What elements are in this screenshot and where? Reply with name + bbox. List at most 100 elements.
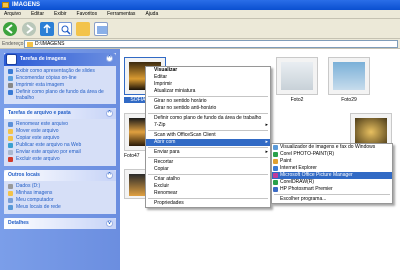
image-tasks-panel: Tarefas de imagens ^ Exibir como apresen… [4,53,116,104]
thumbnail-label[interactable]: Foto29 [328,97,370,103]
search-icon[interactable] [58,22,72,36]
menu-editar[interactable]: Editar [146,74,270,81]
open-with-coreldraw[interactable]: CorelDRAW(R) [272,179,392,186]
thumbnail-image [281,62,313,90]
computer-icon [8,198,13,203]
details-panel: Detalhes v [4,218,116,229]
menu-separator [148,174,268,175]
my-pictures-link[interactable]: Minhas imagens [8,190,112,197]
drive-icon [8,184,13,189]
menu-definir-plano-fundo[interactable]: Definir como plano de fundo da área de t… [146,115,270,122]
menu-scan-officescan[interactable]: Scan with OfficeScan Client [146,132,270,139]
print-image-link[interactable]: Imprimir esta imagem [8,82,112,89]
corel-photopaint-icon [273,152,278,157]
title-bar: IMAGENS [0,0,400,10]
internet-explorer-icon [273,166,278,171]
move-icon [8,129,13,134]
menu-separator [274,194,390,195]
menu-enviar-para[interactable]: Enviar para ▸ [146,149,270,156]
folder-icon [8,191,13,196]
toolbar [0,19,400,39]
my-computer-link[interactable]: Meu computador [8,197,112,204]
address-label: Endereço [2,41,24,47]
open-with-corel-photopaint[interactable]: Corel PHOTO-PAINT(R) [272,151,392,158]
picture-manager-icon [273,173,278,178]
menu-arquivo[interactable]: Arquivo [4,10,21,18]
menu-renomear[interactable]: Renomear [146,190,270,197]
slideshow-link[interactable]: Exibir como apresentação de slides [8,68,112,75]
address-field[interactable]: D:\IMAGENS [24,40,398,48]
menu-7zip[interactable]: 7-Zip ▸ [146,122,270,129]
desktop-icon [8,90,13,95]
coreldraw-icon [273,180,278,185]
chevron-up-icon[interactable]: ^ [106,55,113,62]
up-folder-icon[interactable] [40,22,54,36]
slideshow-icon [8,69,13,74]
rename-icon [8,122,13,127]
menu-abrir-com[interactable]: Abrir com ▸ [146,139,270,146]
open-with-choose-program[interactable]: Escolher programa... [272,196,392,203]
menu-separator [148,113,268,114]
menu-propriedades[interactable]: Propriedades [146,200,270,207]
open-with-hp-photosmart[interactable]: HP Photosmart Premier [272,186,392,193]
open-with-paint[interactable]: Paint [272,158,392,165]
email-icon [8,150,13,155]
window-title: IMAGENS [12,2,41,8]
details-header[interactable]: Detalhes v [4,218,116,229]
chevron-up-icon[interactable]: ^ [106,110,113,117]
forward-icon[interactable] [22,22,36,36]
menu-exibir[interactable]: Exibir [54,10,67,18]
file-tasks-header[interactable]: Tarefas de arquivo e pasta ^ [4,108,116,119]
drive-d-link[interactable]: Dados (D:) [8,183,112,190]
windows-viewer-icon [273,145,278,150]
menu-criar-atalho[interactable]: Criar atalho [146,176,270,183]
network-icon [8,205,13,210]
print-icon [8,83,13,88]
open-with-internet-explorer[interactable]: Internet Explorer [272,165,392,172]
publish-web-link[interactable]: Publicar este arquivo na Web [8,142,112,149]
thumbnail-image [355,118,387,146]
menu-ferramentas[interactable]: Ferramentas [107,10,135,18]
paint-icon [273,159,278,164]
views-icon[interactable] [94,22,108,36]
menu-separator [148,130,268,131]
task-pane: Tarefas de imagens ^ Exibir como apresen… [0,49,120,270]
menu-visualizar[interactable]: Visualizar [146,67,270,74]
menu-separator [148,198,268,199]
folders-icon[interactable] [76,22,90,36]
chevron-down-icon[interactable]: v [106,220,113,227]
network-places-link[interactable]: Meus locais de rede [8,204,112,211]
other-places-header[interactable]: Outros locais ^ [4,170,116,181]
chevron-up-icon[interactable]: ^ [106,172,113,179]
thumbnail-label[interactable]: Foto2 [276,97,318,103]
order-prints-link[interactable]: Encomendar cópias on-line [8,75,112,82]
back-icon[interactable] [3,22,17,36]
submenu-arrow-icon: ▸ [265,122,268,128]
menu-favoritos[interactable]: Favoritos [77,10,98,18]
menu-excluir[interactable]: Excluir [146,183,270,190]
thumbnail-foto2[interactable] [276,57,318,95]
menu-atualizar-miniatura[interactable]: Atualizar miniatura [146,88,270,95]
menu-recortar[interactable]: Recortar [146,159,270,166]
menu-copiar[interactable]: Copiar [146,166,270,173]
move-file-link[interactable]: Mover este arquivo [8,128,112,135]
set-background-link[interactable]: Definir como plano de fundo da área de t… [8,89,112,101]
globe-icon [8,143,13,148]
menu-separator [148,96,268,97]
menu-ajuda[interactable]: Ajuda [145,10,158,18]
email-file-link[interactable]: Enviar este arquivo por email [8,149,112,156]
menu-separator [148,147,268,148]
menu-imprimir[interactable]: Imprimir [146,81,270,88]
thumbnail-foto29[interactable] [328,57,370,95]
menu-editar[interactable]: Editar [31,10,44,18]
delete-file-link[interactable]: Excluir este arquivo [8,156,112,163]
other-places-panel: Outros locais ^ Dados (D:) Minhas imagen… [4,170,116,214]
copy-file-link[interactable]: Copiar este arquivo [8,135,112,142]
open-with-picture-manager[interactable]: Microsoft Office Picture Manager [272,172,392,179]
menu-girar-anti-horario[interactable]: Girar no sentido anti-horário [146,105,270,112]
order-prints-icon [8,76,13,81]
open-with-windows-viewer[interactable]: Visualizador de imagens e fax do Windows [272,144,392,151]
image-tasks-header[interactable]: Tarefas de imagens ^ [4,53,116,66]
menu-girar-horario[interactable]: Girar no sentido horário [146,98,270,105]
rename-file-link[interactable]: Renomear este arquivo [8,121,112,128]
